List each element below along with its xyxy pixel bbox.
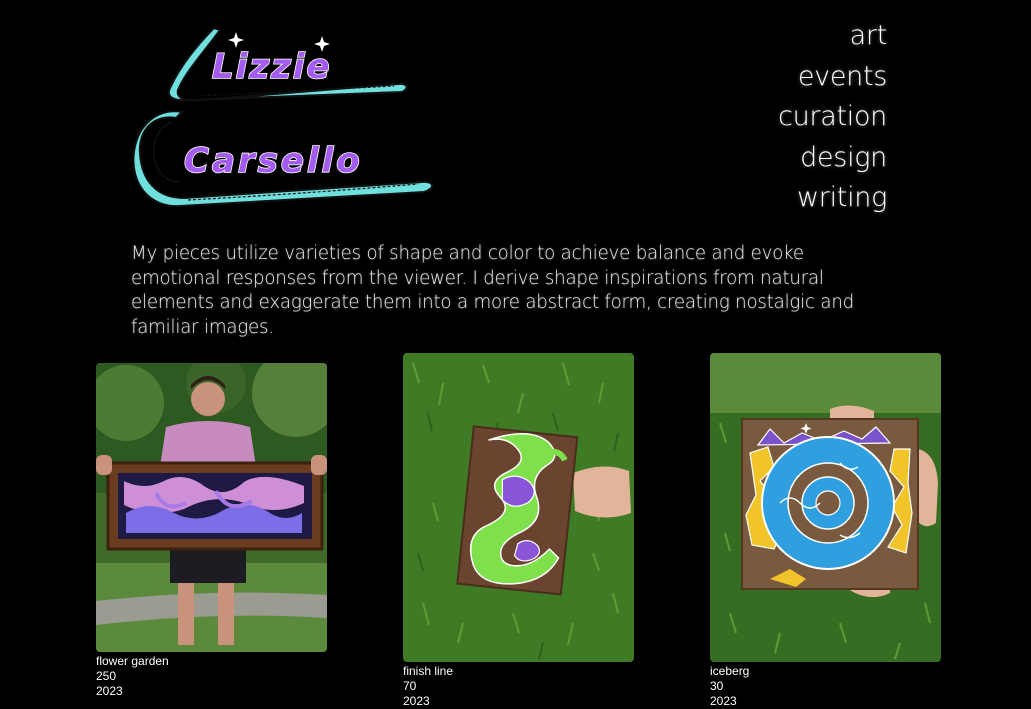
nav-link-events[interactable]: events bbox=[778, 57, 887, 98]
artwork-title: flower garden bbox=[96, 654, 169, 668]
artwork-caption: finish line 70 2023 bbox=[403, 664, 634, 709]
artwork-caption: iceberg 30 2023 bbox=[710, 664, 941, 709]
artwork-photo-flower-garden[interactable] bbox=[96, 363, 327, 652]
artwork-card[interactable]: iceberg 30 2023 bbox=[710, 353, 941, 709]
artwork-photo-iceberg[interactable] bbox=[710, 353, 941, 662]
artwork-title: finish line bbox=[403, 664, 454, 678]
logo-line1: Lizzie bbox=[212, 47, 332, 87]
logo-line2: Carsello bbox=[184, 141, 363, 181]
artwork-card[interactable]: finish line 70 2023 bbox=[403, 353, 634, 709]
sparkle-icon bbox=[228, 32, 244, 48]
artwork-price: 70 bbox=[403, 679, 417, 693]
nav-link-art[interactable]: art bbox=[778, 16, 888, 57]
artwork-title: iceberg bbox=[710, 664, 750, 678]
main-nav: art events curation design writing bbox=[778, 16, 887, 219]
site-logo[interactable]: Lizzie Carsello bbox=[132, 22, 442, 212]
nav-link-writing[interactable]: writing bbox=[778, 178, 887, 219]
artwork-year: 2023 bbox=[96, 684, 123, 698]
nav-link-curation[interactable]: curation bbox=[778, 97, 887, 138]
artwork-photo-finish-line[interactable] bbox=[403, 353, 634, 662]
nav-link-design[interactable]: design bbox=[778, 138, 887, 179]
artwork-card[interactable]: flower garden 250 2023 bbox=[96, 363, 327, 699]
artwork-price: 30 bbox=[710, 679, 724, 693]
artist-statement: My pieces utilize varieties of shape and… bbox=[131, 243, 854, 338]
artwork-caption: flower garden 250 2023 bbox=[96, 654, 327, 699]
artwork-price: 250 bbox=[96, 669, 117, 683]
